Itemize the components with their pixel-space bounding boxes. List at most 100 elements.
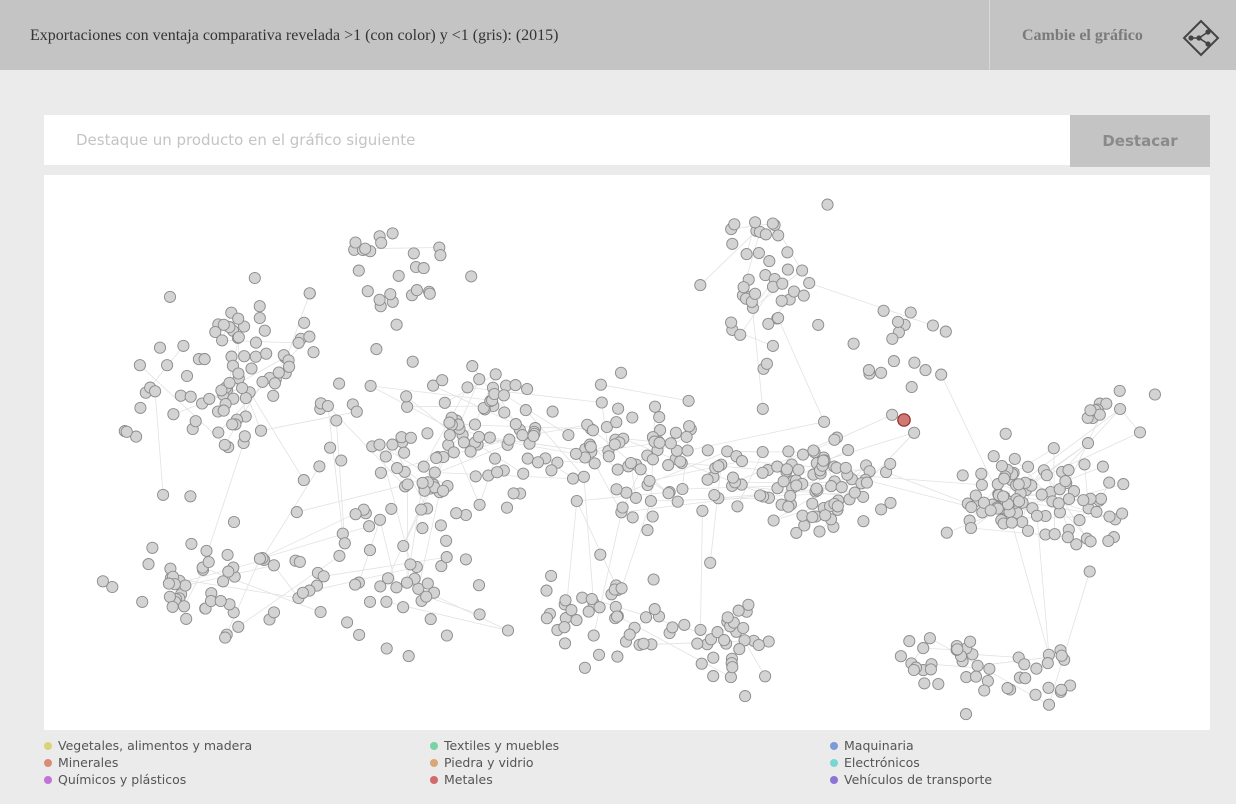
product-node[interactable] [646,510,659,523]
product-node[interactable] [726,471,740,484]
product-node[interactable] [373,293,386,306]
product-node[interactable] [364,379,377,392]
product-node[interactable] [798,519,811,532]
product-node[interactable] [268,377,281,390]
product-node[interactable] [1040,469,1053,482]
product-node[interactable] [691,637,704,650]
product-node[interactable] [570,614,583,627]
product-node[interactable] [762,317,775,330]
product-node[interactable] [616,501,629,514]
product-node[interactable] [146,541,159,554]
product-node[interactable] [683,420,696,433]
product-node[interactable] [307,346,320,359]
product-node[interactable] [443,416,456,429]
product-node[interactable] [681,444,694,457]
product-node[interactable] [303,287,316,300]
product-node[interactable] [232,620,245,633]
product-node[interactable] [253,311,266,325]
product-node[interactable] [178,600,191,613]
product-node[interactable] [682,394,695,407]
product-node[interactable] [610,483,623,496]
product-node[interactable] [373,513,387,526]
product-node[interactable] [232,367,245,380]
product-node[interactable] [223,376,236,389]
product-node[interactable] [797,289,810,302]
product-node[interactable] [461,381,474,394]
product-node[interactable] [643,474,656,487]
product-node[interactable] [918,677,931,690]
product-node[interactable] [1005,516,1018,529]
product-node[interactable] [254,424,268,437]
product-node[interactable] [450,507,463,520]
product-node[interactable] [674,455,687,468]
product-node[interactable] [232,312,245,325]
product-node[interactable] [232,331,245,344]
product-node[interactable] [531,456,545,469]
legend-item[interactable]: Químicos y plásticos [44,772,186,787]
product-node[interactable] [406,355,419,368]
product-node[interactable] [1073,514,1086,527]
product-node[interactable] [350,405,363,418]
product-node[interactable] [908,356,921,369]
product-node[interactable] [639,611,653,624]
product-node[interactable] [1035,488,1048,501]
product-node[interactable] [776,277,789,290]
product-node[interactable] [1096,460,1109,473]
product-node[interactable] [1117,478,1130,491]
product-node[interactable] [1012,495,1026,508]
product-node[interactable] [253,300,266,313]
product-node[interactable] [153,341,167,354]
product-node[interactable] [760,357,773,370]
product-node[interactable] [671,495,684,508]
product-node[interactable] [559,594,572,607]
product-node[interactable] [987,450,1000,463]
legend-item[interactable]: Textiles y muebles [430,738,559,753]
product-node[interactable] [886,408,899,421]
product-node[interactable] [136,595,149,608]
product-node[interactable] [752,246,765,260]
product-node[interactable] [721,611,734,624]
product-node[interactable] [1102,534,1115,548]
product-node[interactable] [217,318,230,331]
product-node[interactable] [380,642,393,655]
product-node[interactable] [218,438,231,451]
product-node[interactable] [646,453,659,466]
product-node[interactable] [290,506,303,519]
product-node[interactable] [472,430,485,443]
product-node[interactable] [397,539,410,553]
product-node[interactable] [772,229,785,242]
product-node[interactable] [400,576,414,589]
product-node[interactable] [440,534,453,547]
product-node[interactable] [317,570,330,583]
product-node[interactable] [298,316,311,329]
product-node[interactable] [831,500,844,513]
product-node[interactable] [634,463,647,476]
product-node[interactable] [860,476,873,489]
product-node[interactable] [1094,492,1108,505]
product-node[interactable] [558,621,571,634]
product-node[interactable] [884,496,897,509]
product-node[interactable] [436,374,449,387]
product-node[interactable] [999,427,1012,440]
product-node[interactable] [359,242,372,255]
product-node[interactable] [386,227,399,240]
product-node[interactable] [416,522,429,535]
product-node[interactable] [566,472,580,485]
product-node[interactable] [546,405,559,418]
legend-item[interactable]: Metales [430,772,493,787]
product-node[interactable] [926,319,939,332]
product-node[interactable] [253,552,266,565]
product-node[interactable] [157,488,170,501]
product-node[interactable] [624,456,637,470]
product-node[interactable] [473,498,486,511]
product-node[interactable] [817,454,830,467]
product-node[interactable] [701,473,714,486]
product-node[interactable] [648,400,662,413]
product-node[interactable] [239,391,252,405]
product-node[interactable] [694,623,707,636]
product-node[interactable] [341,616,354,629]
product-node[interactable] [749,287,762,300]
product-node[interactable] [792,463,805,476]
product-node[interactable] [1041,657,1054,670]
product-node[interactable] [236,381,249,395]
